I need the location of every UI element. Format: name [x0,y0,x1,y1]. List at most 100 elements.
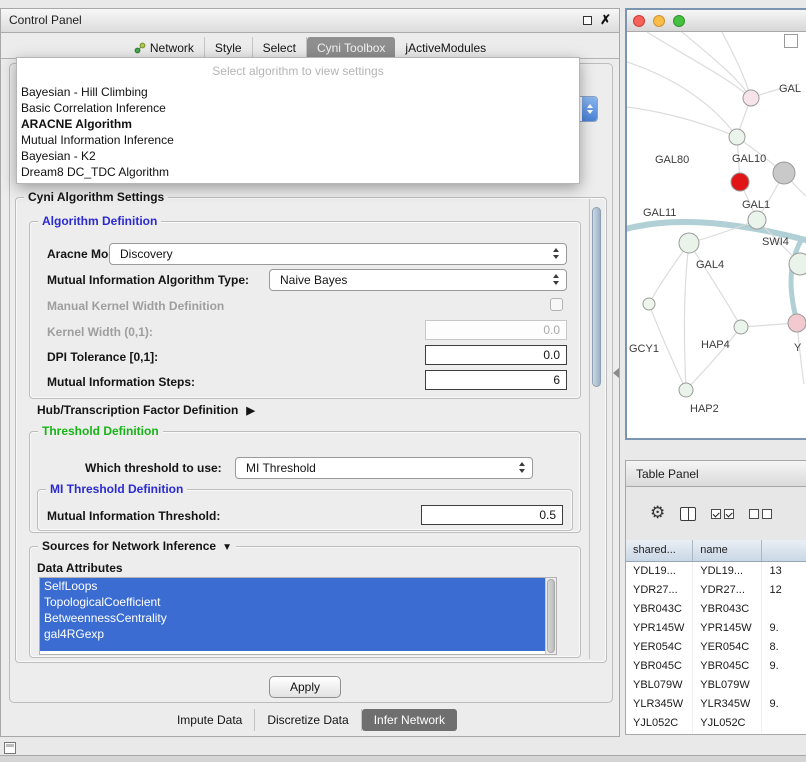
close-window-icon[interactable] [633,15,645,27]
zoom-window-icon[interactable] [673,15,685,27]
node-label: GAL [779,83,801,95]
tab-discretize-data[interactable]: Discretize Data [255,709,361,731]
network-node[interactable] [748,211,766,229]
tab-style[interactable]: Style [205,37,253,58]
algorithm-option-bayesian-hill-climbing[interactable]: Bayesian - Hill Climbing [17,84,579,100]
table-row[interactable]: YBR043CYBR043C [626,600,806,619]
network-node[interactable] [643,298,655,310]
node-label: GAL10 [732,153,766,165]
table-row[interactable]: YER054CYER054C8. [626,638,806,657]
data-attributes-label: Data Attributes [37,561,123,575]
network-edge[interactable] [791,237,803,323]
tab-label: Cyni Toolbox [317,41,385,55]
settings-gear-icon[interactable]: ⚙ [650,505,665,522]
table-cell: YJL052C [693,714,762,733]
network-node[interactable] [788,314,806,332]
list-item-selfloops[interactable]: SelfLoops [40,578,545,594]
tab-jactivemodules[interactable]: jActiveModules [395,37,496,58]
settings-scrollbar[interactable] [589,199,602,659]
tab-network[interactable]: Network [124,37,205,58]
list-item-gal4rgexp[interactable]: gal4RGexp [40,626,545,642]
network-node[interactable] [679,383,693,397]
network-edge[interactable] [647,32,751,98]
scrollbar-thumb[interactable] [592,207,601,387]
network-node[interactable] [773,162,795,184]
settings-group-title: Cyni Algorithm Settings [24,190,168,204]
node-label: GAL11 [643,207,676,219]
mi-steps-value: 6 [553,373,560,387]
table-row[interactable]: YBR045CYBR045C9. [626,657,806,676]
table-row[interactable]: YPR145WYPR145W9. [626,619,806,638]
table-row[interactable]: YDL19...YDL19...13 [626,562,806,581]
table-row[interactable]: YBL079WYBL079W [626,676,806,695]
list-item-betweennesscentrality[interactable]: BetweennessCentrality [40,610,545,626]
sources-group-title[interactable]: Sources for Network Inference▼ [38,539,236,553]
splitter-collapse-icon[interactable] [613,368,619,378]
dpi-tolerance-input[interactable]: 0.0 [425,345,567,365]
mi-type-select[interactable]: Naive Bayes [269,269,567,291]
network-canvas[interactable]: GALGAL80GAL10GAL11GAL1SWI4GAL4GCY1HAP4YH… [627,32,806,438]
manual-kernel-checkbox[interactable] [550,298,563,311]
hub-definition-expander[interactable]: Hub/Transcription Factor Definition▶ [37,403,255,417]
list-item-clipped[interactable] [40,642,545,651]
column-header-shared-[interactable]: shared... [626,540,693,561]
select-all-icon[interactable] [711,509,734,519]
tab-cyni-toolbox[interactable]: Cyni Toolbox [307,37,395,58]
list-scrollbar[interactable] [545,578,556,654]
tab-select[interactable]: Select [253,37,307,58]
network-node[interactable] [743,90,759,106]
table-row[interactable]: YJL052CYJL052C [626,714,806,733]
tab-impute-data[interactable]: Impute Data [165,709,255,731]
minimize-window-icon[interactable] [653,15,665,27]
network-node[interactable] [734,320,748,334]
algorithm-option-basic-correlation-inference[interactable]: Basic Correlation Inference [17,100,579,116]
cyni-bottom-tabs: Impute DataDiscretize DataInfer Network [1,708,621,732]
algorithm-option-mutual-information-inference[interactable]: Mutual Information Inference [17,132,579,148]
table-row[interactable]: YLR345WYLR345W9. [626,695,806,714]
table-cell: YER054C [626,638,693,657]
algorithm-option-aracne-algorithm[interactable]: ARACNE Algorithm [17,116,579,132]
table-cell: YBL079W [693,676,762,695]
restore-panel-icon[interactable] [4,742,16,754]
tab-infer-network[interactable]: Infer Network [362,709,457,731]
column-header-name[interactable]: name [693,540,762,561]
table-cell [762,714,806,733]
mi-threshold-input[interactable]: 0.5 [421,505,563,525]
network-edge[interactable] [649,243,689,304]
network-node[interactable] [731,173,749,191]
network-node[interactable] [679,233,699,253]
birdseye-icon[interactable] [784,34,798,48]
node-label: HAP4 [701,339,730,351]
control-panel-titlebar[interactable]: Control Panel ✗ [1,9,619,33]
kernel-width-input[interactable]: 0.0 [425,320,567,340]
network-edge[interactable] [684,243,689,390]
table-cell: YDL19... [626,562,693,581]
apply-button[interactable]: Apply [269,676,341,698]
node-label: GAL80 [655,154,689,166]
table-row[interactable]: YDR27...YDR27...12 [626,581,806,600]
combo-arrows-icon [519,462,525,473]
list-scrollbar-thumb[interactable] [547,579,555,653]
float-window-icon[interactable] [583,16,592,25]
network-edge[interactable] [627,107,737,137]
column-selector-icon[interactable] [680,507,696,521]
node-table[interactable]: shared...name YDL19...YDL19...13YDR27...… [626,540,806,734]
algorithm-option-bayesian-k2[interactable]: Bayesian - K2 [17,148,579,164]
list-item-topologicalcoefficient[interactable]: TopologicalCoefficient [40,594,545,610]
network-edge[interactable] [686,327,741,390]
network-node[interactable] [729,129,745,145]
column-header-2[interactable] [762,540,806,561]
network-edge[interactable] [722,32,751,98]
aracne-mode-select[interactable]: Discovery [109,243,567,265]
network-node[interactable] [789,253,806,275]
which-threshold-select[interactable]: MI Threshold [235,457,533,479]
mi-steps-input[interactable]: 6 [425,370,567,390]
network-window-titlebar[interactable] [627,10,806,32]
close-panel-icon[interactable]: ✗ [600,12,611,28]
table-panel-titlebar[interactable]: Table Panel [625,460,806,487]
network-edge[interactable] [682,32,751,98]
deselect-all-icon[interactable] [749,509,772,519]
network-edge[interactable] [627,62,737,137]
algorithm-option-dream8-dc-tdc-algorithm[interactable]: Dream8 DC_TDC Algorithm [17,164,579,180]
network-edge[interactable] [689,243,741,327]
